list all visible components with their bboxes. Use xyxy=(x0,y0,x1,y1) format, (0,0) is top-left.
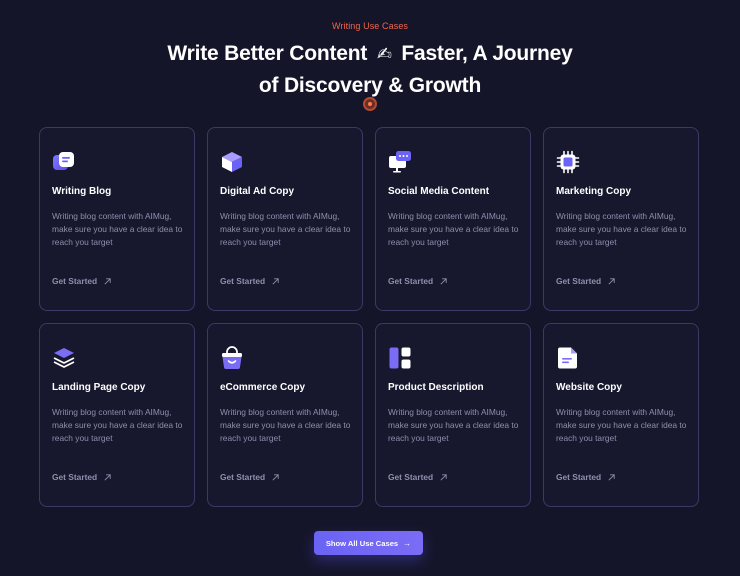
show-all-label: Show All Use Cases xyxy=(325,538,399,548)
get-started-label: Get Started xyxy=(556,276,602,286)
card-title: Product Description xyxy=(388,382,484,393)
get-started-link[interactable]: Get Started xyxy=(220,472,280,482)
section-headline: Write Better Content ✍ Faster, A Journey… xyxy=(0,38,740,101)
arrow-up-right-icon xyxy=(272,473,279,481)
get-started-link[interactable]: Get Started xyxy=(220,276,280,286)
get-started-link[interactable]: Get Started xyxy=(388,472,448,482)
use-case-card-product-description[interactable]: Product Description Writing blog content… xyxy=(375,323,531,507)
card-title: Digital Ad Copy xyxy=(220,186,295,197)
layers-icon xyxy=(53,348,75,368)
card-description: Writing blog content with AIMug, make su… xyxy=(220,211,351,247)
document-icon xyxy=(558,347,577,369)
use-case-card-writing-blog[interactable]: Writing Blog Writing blog content with A… xyxy=(39,127,195,311)
card-description: Writing blog content with AIMug, make su… xyxy=(388,211,519,247)
arrow-up-right-icon xyxy=(440,473,447,481)
use-case-card-landing-page-copy[interactable]: Landing Page Copy Writing blog content w… xyxy=(39,323,195,507)
chip-icon xyxy=(556,150,580,174)
card-description: Writing blog content with AIMug, make su… xyxy=(52,407,183,443)
card-title: Marketing Copy xyxy=(556,186,632,197)
decorative-dot-icon xyxy=(363,97,377,111)
arrow-up-right-icon xyxy=(272,277,279,285)
use-case-grid: Writing Blog Writing blog content with A… xyxy=(39,127,699,507)
card-title: Landing Page Copy xyxy=(52,382,146,393)
get-started-label: Get Started xyxy=(220,276,266,286)
card-title: Website Copy xyxy=(556,382,622,393)
arrow-up-right-icon xyxy=(104,277,111,285)
arrow-up-right-icon xyxy=(104,473,111,481)
use-case-card-website-copy[interactable]: Website Copy Writing blog content with A… xyxy=(543,323,699,507)
arrow-up-right-icon xyxy=(440,277,447,285)
arrow-up-right-icon xyxy=(608,473,615,481)
writing-hand-emoji-icon: ✍ xyxy=(376,44,392,64)
headline-part-b: Faster, A Journey xyxy=(401,42,573,65)
get-started-label: Get Started xyxy=(388,472,434,482)
get-started-label: Get Started xyxy=(556,472,602,482)
get-started-label: Get Started xyxy=(388,276,434,286)
card-description: Writing blog content with AIMug, make su… xyxy=(556,211,687,247)
headline-line-1: Write Better Content ✍ Faster, A Journey xyxy=(0,38,740,70)
get-started-link[interactable]: Get Started xyxy=(388,276,448,286)
use-cases-section: Writing Use Cases Write Better Content ✍… xyxy=(0,0,740,576)
get-started-link[interactable]: Get Started xyxy=(556,276,616,286)
section-eyebrow: Writing Use Cases xyxy=(331,21,409,31)
chat-bubbles-icon xyxy=(53,152,74,170)
card-title: Social Media Content xyxy=(388,186,490,197)
get-started-label: Get Started xyxy=(52,472,98,482)
shopping-bag-icon xyxy=(222,346,242,369)
arrow-up-right-icon xyxy=(608,277,615,285)
layout-columns-icon xyxy=(389,347,411,369)
get-started-link[interactable]: Get Started xyxy=(52,472,112,482)
card-title: eCommerce Copy xyxy=(220,382,306,393)
show-all-use-cases-button[interactable]: Show All Use Cases → xyxy=(314,531,423,555)
card-title: Writing Blog xyxy=(52,186,112,197)
headline-part-a: Write Better Content xyxy=(167,42,368,65)
get-started-link[interactable]: Get Started xyxy=(556,472,616,482)
cube-icon xyxy=(222,152,242,172)
arrow-right-icon: → xyxy=(403,538,412,548)
get-started-label: Get Started xyxy=(52,276,98,286)
card-description: Writing blog content with AIMug, make su… xyxy=(52,211,183,247)
use-case-card-marketing-copy[interactable]: Marketing Copy Writing blog content with… xyxy=(543,127,699,311)
use-case-card-social-media-content[interactable]: Social Media Content Writing blog conten… xyxy=(375,127,531,311)
use-case-card-digital-ad-copy[interactable]: Digital Ad Copy Writing blog content wit… xyxy=(207,127,363,311)
get-started-label: Get Started xyxy=(220,472,266,482)
presentation-chat-icon xyxy=(389,151,411,173)
card-description: Writing blog content with AIMug, make su… xyxy=(556,407,687,443)
card-description: Writing blog content with AIMug, make su… xyxy=(388,407,519,443)
use-case-card-ecommerce-copy[interactable]: eCommerce Copy Writing blog content with… xyxy=(207,323,363,507)
card-description: Writing blog content with AIMug, make su… xyxy=(220,407,351,443)
get-started-link[interactable]: Get Started xyxy=(52,276,112,286)
